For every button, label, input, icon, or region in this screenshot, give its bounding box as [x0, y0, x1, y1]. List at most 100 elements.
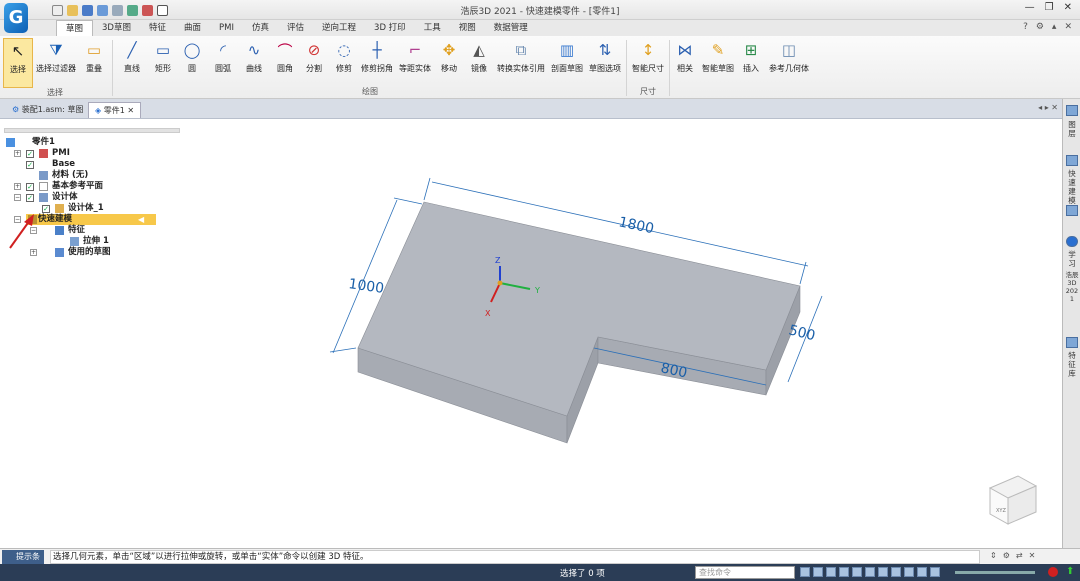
- ribbon-tab[interactable]: 评估: [278, 20, 313, 36]
- move-button[interactable]: ✥ 移动: [437, 38, 461, 74]
- right-panel-learn[interactable]: 学习: [1065, 250, 1079, 268]
- view-tool-icon[interactable]: [826, 567, 836, 577]
- smart-sketch-button[interactable]: ✎ 智能草图: [701, 38, 735, 74]
- select-button[interactable]: ↖ 选择: [3, 38, 33, 88]
- split-button[interactable]: ⊘ 分割: [302, 38, 326, 74]
- reference-geometry-icon: ◫: [781, 41, 797, 59]
- select-filter-button[interactable]: ⧩ 选择过滤器: [34, 38, 78, 74]
- split-label: 分割: [306, 64, 322, 73]
- dimension-1000[interactable]: 1000: [347, 276, 385, 297]
- up-arrow-icon[interactable]: ⬆: [1066, 566, 1074, 577]
- circle-button[interactable]: ◯ 圆: [180, 38, 204, 74]
- view-tool-icon[interactable]: [878, 567, 888, 577]
- doc-tab-part[interactable]: ◈ 零件1 ✕: [88, 102, 142, 118]
- line-label: 直线: [124, 64, 140, 73]
- doc-tab-assembly[interactable]: ⚙ 装配1.asm: 草图: [6, 102, 89, 118]
- ribbon-tab[interactable]: 3D 打印: [365, 20, 415, 36]
- right-panel-layers[interactable]: 图层: [1065, 120, 1079, 138]
- ribbon-tab[interactable]: 工具: [415, 20, 450, 36]
- section-icon: ▥: [559, 41, 575, 59]
- view-cube[interactable]: XYZ: [988, 475, 1038, 525]
- view-cube-label: XYZ: [996, 508, 1006, 514]
- curve-icon: ∿: [247, 41, 261, 59]
- ribbon-tab[interactable]: 仿真: [243, 20, 278, 36]
- trim-corner-button[interactable]: ┼ 修剪拐角: [358, 38, 396, 74]
- dimension-500[interactable]: 500: [787, 322, 817, 344]
- fillet-button[interactable]: ⌒ 圆角: [272, 38, 298, 74]
- appearance-icon[interactable]: [1066, 205, 1078, 216]
- app-logo[interactable]: G: [4, 3, 28, 33]
- rectangle-icon: ▭: [155, 41, 171, 59]
- overlap-button[interactable]: ▭ 重叠: [82, 38, 106, 74]
- ribbon-tab[interactable]: PMI: [210, 20, 243, 36]
- z-label: Z: [495, 256, 501, 265]
- ribbon-tab[interactable]: 逆向工程: [313, 20, 365, 36]
- view-tool-icon[interactable]: [852, 567, 862, 577]
- minimize-ribbon-icon[interactable]: ▴: [1052, 22, 1057, 32]
- offset-entity-button[interactable]: ⌐ 等距实体: [397, 38, 433, 74]
- ribbon: ↖ 选择 ⧩ 选择过滤器 ▭ 重叠 选择 ╱ 直线 ▭ 矩形 ◯ 圆 ◜ 圆弧 ∿ 曲线 ⌒ 圆角…: [0, 36, 1080, 99]
- relations-label: 相关: [677, 64, 693, 73]
- stop-icon[interactable]: [1048, 567, 1058, 577]
- dimension-1800[interactable]: 1800: [617, 214, 655, 237]
- right-panel-quick-modeling[interactable]: 快速建模: [1065, 169, 1079, 205]
- trim-corner-label: 修剪拐角: [361, 64, 393, 73]
- relations-button[interactable]: ⋈ 相关: [673, 38, 697, 74]
- close-doc-icon[interactable]: ✕: [1064, 22, 1072, 32]
- overlap-icon: ▭: [86, 41, 102, 59]
- minimize-icon[interactable]: —: [1025, 2, 1035, 13]
- settings-icon[interactable]: ⚙: [1036, 22, 1044, 32]
- right-panel-feature-library[interactable]: 特征库: [1065, 351, 1079, 378]
- reference-geometry-button[interactable]: ◫ 参考几何体: [766, 38, 812, 74]
- view-tool-icon[interactable]: [865, 567, 875, 577]
- split-icon: ⊘: [307, 41, 321, 59]
- ribbon-tab[interactable]: 特征: [140, 20, 175, 36]
- view-tool-icon[interactable]: [891, 567, 901, 577]
- sketch-options-label: 草图选项: [589, 64, 621, 73]
- convert-entity-button[interactable]: ⧉ 转换实体引用: [495, 38, 547, 74]
- ribbon-tab[interactable]: 草图: [56, 20, 94, 36]
- command-search-input[interactable]: 查找命令: [695, 566, 795, 579]
- menu-right-icons: ? ⚙ ▴ ✕: [1023, 22, 1072, 32]
- help-icon[interactable]: ?: [1023, 22, 1028, 32]
- view-tool-icon[interactable]: [904, 567, 914, 577]
- sketch-options-button[interactable]: ⇅ 草图选项: [587, 38, 623, 74]
- 3d-viewport[interactable]: 1800 1000 800 500 Z Y X XYZ: [0, 120, 1062, 548]
- ribbon-tab[interactable]: 数据管理: [485, 20, 537, 36]
- view-tool-icon[interactable]: [839, 567, 849, 577]
- feature-library-icon[interactable]: [1066, 337, 1078, 348]
- arc-button[interactable]: ◜ 圆弧: [210, 38, 236, 74]
- view-tool-icon[interactable]: [813, 567, 823, 577]
- line-button[interactable]: ╱ 直线: [118, 38, 146, 74]
- trim-button[interactable]: ◌ 修剪: [332, 38, 356, 74]
- view-tool-icon[interactable]: [800, 567, 810, 577]
- selection-status: 选择了 0 项: [560, 569, 605, 579]
- curve-button[interactable]: ∿ 曲线: [242, 38, 266, 74]
- mirror-button[interactable]: ◭ 镜像: [467, 38, 491, 74]
- zoom-slider[interactable]: [955, 571, 1035, 574]
- x-label: X: [485, 309, 491, 318]
- insert-button[interactable]: ⊞ 插入: [739, 38, 763, 74]
- mirror-icon: ◭: [473, 41, 485, 59]
- learn-icon[interactable]: [1066, 236, 1078, 247]
- assembly-icon: ⚙: [12, 105, 22, 114]
- rectangle-button[interactable]: ▭ 矩形: [150, 38, 176, 74]
- curve-label: 曲线: [246, 64, 262, 73]
- quick-modeling-panel-icon[interactable]: [1066, 155, 1078, 166]
- rectangle-label: 矩形: [155, 64, 171, 73]
- ribbon-separator: [112, 40, 113, 96]
- close-icon[interactable]: ✕: [1064, 2, 1072, 13]
- maximize-icon[interactable]: ❐: [1045, 2, 1054, 13]
- ribbon-tab[interactable]: 3D草图: [93, 20, 140, 36]
- view-tool-icon[interactable]: [930, 567, 940, 577]
- view-tool-icon[interactable]: [917, 567, 927, 577]
- smart-dimension-button[interactable]: ↕ 智能尺寸: [630, 38, 666, 74]
- insert-label: 插入: [743, 64, 759, 73]
- ribbon-tab[interactable]: 曲面: [175, 20, 210, 36]
- section-sketch-button[interactable]: ▥ 剖面草图: [550, 38, 584, 74]
- ribbon-tab[interactable]: 视图: [450, 20, 485, 36]
- fillet-label: 圆角: [277, 64, 293, 73]
- overlap-label: 重叠: [86, 64, 102, 73]
- close-tab-icon[interactable]: ✕: [127, 106, 134, 115]
- layers-icon[interactable]: [1066, 105, 1078, 116]
